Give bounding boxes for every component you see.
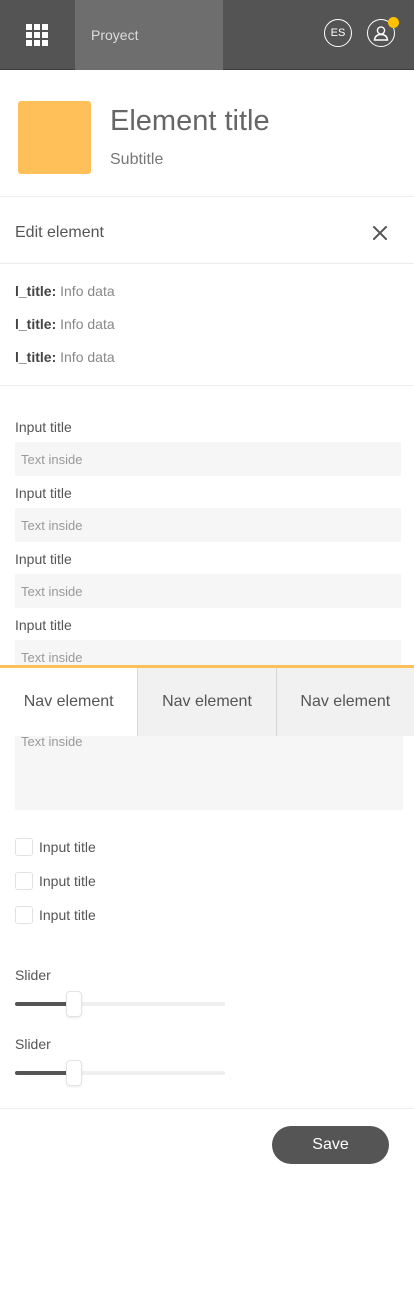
top-bar: Proyect ES <box>0 0 414 70</box>
text-input[interactable] <box>15 442 401 476</box>
checkbox-row[interactable]: Input title <box>15 838 96 856</box>
nav-item-2[interactable]: Nav element <box>138 668 277 736</box>
info-row: l_title: Info data <box>15 283 115 299</box>
edit-title: Edit element <box>15 224 104 241</box>
slider-thumb[interactable] <box>66 1060 82 1086</box>
info-section: l_title: Info data l_title: Info data l_… <box>0 265 414 386</box>
checkbox-label: Input title <box>39 873 96 889</box>
checkbox-label: Input title <box>39 907 96 923</box>
apps-menu-button[interactable] <box>0 0 74 70</box>
footer-divider <box>0 1108 414 1109</box>
checkbox[interactable] <box>15 838 33 856</box>
input-title: Input title <box>15 551 72 567</box>
element-title: Element title <box>110 105 270 137</box>
element-header: Element title Subtitle <box>0 71 414 197</box>
checkbox[interactable] <box>15 872 33 890</box>
element-thumbnail <box>18 101 91 174</box>
language-label: ES <box>330 27 346 39</box>
info-row: l_title: Info data <box>15 349 115 365</box>
info-row: l_title: Info data <box>15 316 115 332</box>
info-key: l_title: <box>15 283 57 299</box>
nav-bar: Nav element Nav element Nav element <box>0 665 414 736</box>
close-icon <box>373 226 387 240</box>
slider-label: Slider <box>15 1036 51 1052</box>
element-subtitle: Subtitle <box>110 151 164 168</box>
edit-header: Edit element <box>0 198 414 264</box>
user-icon <box>373 26 389 41</box>
nav-item-3[interactable]: Nav element <box>277 668 414 736</box>
checkbox-row[interactable]: Input title <box>15 872 96 890</box>
input-title: Input title <box>15 485 72 501</box>
checkbox-label: Input title <box>39 839 96 855</box>
nav-item-1[interactable]: Nav element <box>0 668 139 736</box>
language-button[interactable]: ES <box>324 19 352 47</box>
checkbox[interactable] <box>15 906 33 924</box>
slider-track[interactable] <box>15 1060 225 1086</box>
info-key: l_title: <box>15 349 57 365</box>
slider-track[interactable] <box>15 991 225 1017</box>
input-title: Input title <box>15 617 72 633</box>
apps-grid-icon <box>26 24 48 46</box>
text-area[interactable] <box>15 728 403 810</box>
info-value: Info data <box>60 316 115 332</box>
slider-thumb[interactable] <box>66 991 82 1017</box>
text-input[interactable] <box>15 508 401 542</box>
input-title: Input title <box>15 419 72 435</box>
text-input[interactable] <box>15 574 401 608</box>
notification-dot <box>388 17 399 28</box>
save-button[interactable]: Save <box>272 1126 389 1164</box>
close-button[interactable] <box>370 223 390 243</box>
slider-label: Slider <box>15 967 51 983</box>
info-value: Info data <box>60 349 115 365</box>
info-key: l_title: <box>15 316 57 332</box>
project-label: Proyect <box>91 27 139 43</box>
info-value: Info data <box>60 283 115 299</box>
project-tab[interactable]: Proyect <box>75 0 223 70</box>
checkbox-row[interactable]: Input title <box>15 906 96 924</box>
